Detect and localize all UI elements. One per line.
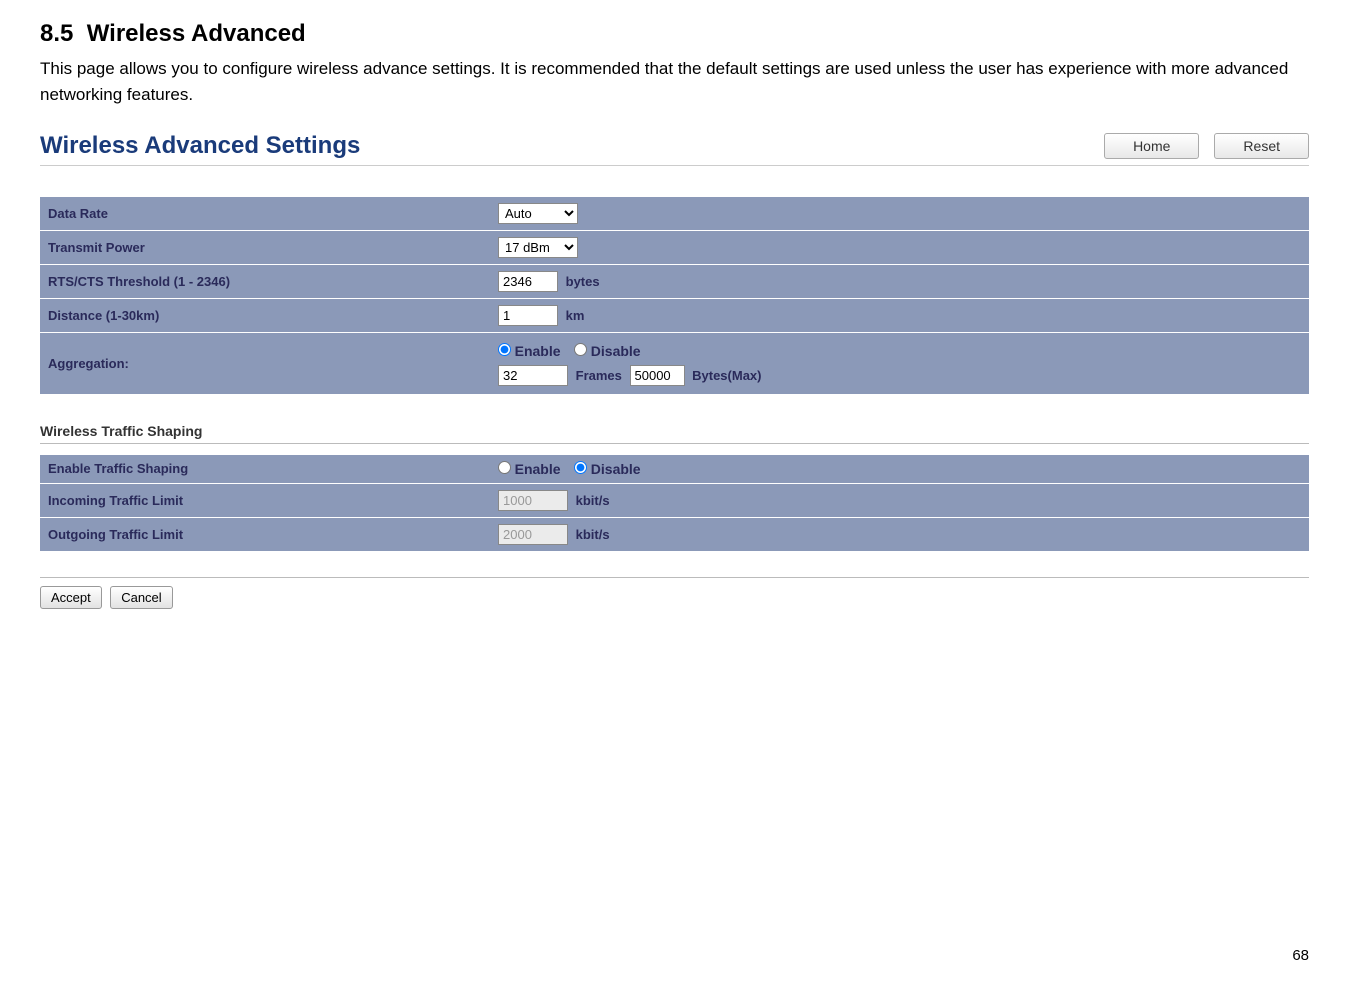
section-title-text: Wireless Advanced xyxy=(87,20,306,47)
data-rate-select[interactable]: Auto xyxy=(498,203,578,224)
outgoing-limit-input[interactable] xyxy=(498,524,568,545)
section-heading: 8.5 Wireless Advanced xyxy=(40,20,1309,48)
outgoing-limit-row: Outgoing Traffic Limit kbit/s xyxy=(40,517,1309,551)
aggregation-frames-label: Frames xyxy=(576,368,622,383)
outgoing-limit-label: Outgoing Traffic Limit xyxy=(40,517,490,551)
transmit-power-label: Transmit Power xyxy=(40,231,490,265)
outgoing-limit-unit: kbit/s xyxy=(576,527,610,542)
rts-cts-input[interactable] xyxy=(498,271,558,292)
distance-label: Distance (1-30km) xyxy=(40,299,490,333)
page-number: 68 xyxy=(1292,947,1309,964)
enable-traffic-shaping-row: Enable Traffic Shaping Enable Disable xyxy=(40,454,1309,483)
page-title: Wireless Advanced Settings xyxy=(40,132,360,160)
rts-cts-row: RTS/CTS Threshold (1 - 2346) bytes xyxy=(40,265,1309,299)
traffic-shaping-table: Enable Traffic Shaping Enable Disable In… xyxy=(40,454,1309,552)
aggregation-bytes-input[interactable] xyxy=(630,365,685,386)
cancel-button[interactable]: Cancel xyxy=(110,586,172,609)
traffic-disable-radio[interactable] xyxy=(574,461,587,474)
traffic-enable-label: Enable xyxy=(515,461,561,477)
distance-input[interactable] xyxy=(498,305,558,326)
accept-button[interactable]: Accept xyxy=(40,586,102,609)
transmit-power-row: Transmit Power 17 dBm xyxy=(40,231,1309,265)
distance-unit: km xyxy=(566,308,585,323)
traffic-shaping-section: Wireless Traffic Shaping xyxy=(40,423,1309,439)
incoming-limit-row: Incoming Traffic Limit kbit/s xyxy=(40,483,1309,517)
aggregation-disable-radio[interactable] xyxy=(574,343,587,356)
distance-row: Distance (1-30km) km xyxy=(40,299,1309,333)
rts-cts-label: RTS/CTS Threshold (1 - 2346) xyxy=(40,265,490,299)
traffic-enable-radio[interactable] xyxy=(498,461,511,474)
aggregation-enable-label: Enable xyxy=(515,343,561,359)
aggregation-label: Aggregation: xyxy=(40,333,490,395)
rts-cts-unit: bytes xyxy=(566,274,600,289)
aggregation-enable-radio[interactable] xyxy=(498,343,511,356)
transmit-power-select[interactable]: 17 dBm xyxy=(498,237,578,258)
aggregation-frames-input[interactable] xyxy=(498,365,568,386)
aggregation-disable-label: Disable xyxy=(591,343,641,359)
action-buttons-row: Accept Cancel xyxy=(40,577,1309,609)
home-button[interactable]: Home xyxy=(1104,133,1199,159)
aggregation-bytes-label: Bytes(Max) xyxy=(692,368,761,383)
data-rate-row: Data Rate Auto xyxy=(40,197,1309,231)
reset-button[interactable]: Reset xyxy=(1214,133,1309,159)
traffic-disable-label: Disable xyxy=(591,461,641,477)
intro-paragraph: This page allows you to configure wirele… xyxy=(40,56,1309,107)
incoming-limit-unit: kbit/s xyxy=(576,493,610,508)
aggregation-row: Aggregation: Enable Disable Frames Bytes… xyxy=(40,333,1309,395)
settings-table: Data Rate Auto Transmit Power 17 dBm RTS… xyxy=(40,196,1309,395)
enable-traffic-label: Enable Traffic Shaping xyxy=(40,454,490,483)
section-number: 8.5 xyxy=(40,20,73,47)
incoming-limit-label: Incoming Traffic Limit xyxy=(40,483,490,517)
incoming-limit-input[interactable] xyxy=(498,490,568,511)
header-divider xyxy=(40,165,1309,166)
traffic-shaping-divider xyxy=(40,443,1309,444)
data-rate-label: Data Rate xyxy=(40,197,490,231)
traffic-shaping-title: Wireless Traffic Shaping xyxy=(40,423,1309,439)
